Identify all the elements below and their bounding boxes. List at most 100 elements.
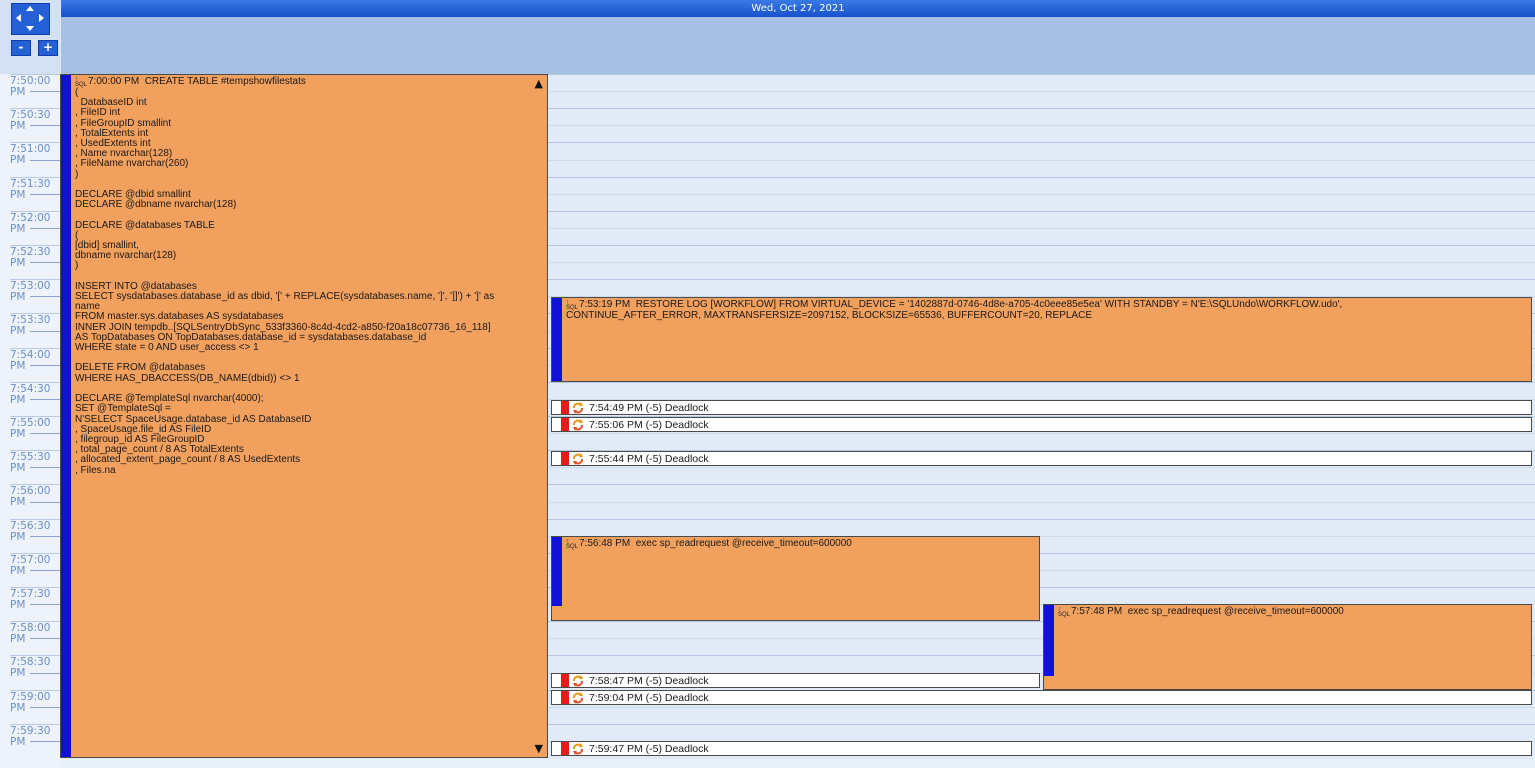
- time-slot-time: 7:54:00: [10, 348, 51, 361]
- deadlock-label: 7:59:47 PM (-5) Deadlock: [589, 743, 709, 755]
- event-deadlock[interactable]: 7:59:47 PM (-5) Deadlock: [551, 741, 1532, 756]
- event-create-table[interactable]: ↑ SQL7:00:00 PM CREATE TABLE #tempshowfil…: [60, 74, 548, 758]
- time-slot-label: 7:57:00 PM: [10, 554, 58, 577]
- arrow-right-icon[interactable]: [39, 14, 44, 22]
- time-half-tick: [30, 125, 61, 127]
- time-half-tick: [30, 535, 61, 537]
- event-text-wrap: ↑ SQL7:56:48 PM exec sp_readrequest @rece…: [566, 538, 1035, 550]
- time-slot-label: 7:55:30 PM: [10, 452, 58, 474]
- time-half-tick: [30, 604, 61, 606]
- nav-arrows-button[interactable]: [11, 3, 50, 35]
- time-slot-ampm: PM: [10, 393, 26, 406]
- deadlock-marker: [561, 742, 569, 755]
- deadlock-icon: [573, 402, 583, 414]
- deadlock-icon: [573, 692, 583, 704]
- deadlock-label: 7:58:47 PM (-5) Deadlock: [589, 675, 709, 687]
- time-slot-ampm: PM: [10, 257, 26, 269]
- deadlock-label: 7:55:44 PM (-5) Deadlock: [589, 453, 709, 465]
- time-slot-divider: [10, 484, 61, 486]
- grid-bottom-strip: [61, 759, 1535, 768]
- event-text-wrap: ↑ SQL7:53:19 PM RESTORE LOG [WORKFLOW] FR…: [566, 299, 1527, 321]
- time-slot-label: 7:52:00 PM: [10, 212, 58, 235]
- time-ruler: 7:50:00 PM 7:50:30 PM 7:51:00 PM 7:51:30 PM 7:52…: [0, 74, 62, 768]
- zoom-out-button[interactable]: -: [11, 40, 31, 56]
- deadlock-marker: [561, 401, 569, 414]
- time-slot-ampm: PM: [10, 530, 26, 543]
- event-deadlock[interactable]: 7:58:47 PM (-5) Deadlock: [551, 673, 1040, 688]
- deadlock-icon: [573, 453, 583, 465]
- event-readrequest-text: 7:56:48 PM exec sp_readrequest @receive_…: [579, 538, 852, 549]
- time-slot-divider: [10, 587, 61, 588]
- time-slot-ampm: PM: [10, 359, 26, 372]
- time-slot-divider: [10, 621, 61, 623]
- day-header-date: Wed, Oct 27, 2021: [751, 3, 845, 14]
- scroll-up-arrow-icon[interactable]: ▲: [535, 77, 543, 90]
- event-readrequest[interactable]: ↑ SQL7:57:48 PM exec sp_readrequest @rece…: [1043, 604, 1532, 690]
- time-slot-ampm: PM: [10, 735, 26, 748]
- time-half-tick: [30, 706, 61, 708]
- event-deadlock[interactable]: 7:55:06 PM (-5) Deadlock: [551, 417, 1532, 432]
- calendar-nav: - +: [0, 0, 60, 58]
- event-status-bar: [1044, 605, 1054, 676]
- time-slot-divider: [10, 347, 61, 349]
- time-slot-ampm: PM: [10, 86, 26, 98]
- arrow-left-icon[interactable]: [16, 14, 21, 22]
- time-slot-label: 7:58:00 PM: [10, 623, 58, 645]
- time-slot-ampm: PM: [10, 599, 26, 611]
- time-half-tick: [30, 467, 61, 469]
- deadlock-marker: [561, 418, 569, 431]
- time-slot-ampm: PM: [10, 120, 26, 133]
- time-slot-label: 7:56:30 PM: [10, 520, 58, 543]
- time-slot-label: 7:53:00 PM: [10, 281, 58, 303]
- arrow-down-icon[interactable]: [26, 26, 34, 31]
- time-slot-divider: [10, 723, 61, 725]
- all-day-area[interactable]: [61, 17, 1535, 75]
- time-slot-ampm: PM: [10, 291, 26, 304]
- event-restore-log[interactable]: ↑ SQL7:53:19 PM RESTORE LOG [WORKFLOW] FR…: [551, 297, 1532, 382]
- event-deadlock[interactable]: 7:55:44 PM (-5) Deadlock: [551, 451, 1532, 466]
- time-half-tick: [30, 227, 61, 229]
- time-slot-ampm: PM: [10, 428, 26, 440]
- time-slot-divider: [10, 689, 61, 691]
- event-status-bar: [61, 75, 71, 757]
- time-slot-time: 7:51:30: [10, 177, 51, 190]
- time-slot-label: 7:58:30 PM: [10, 657, 58, 679]
- day-header[interactable]: Wed, Oct 27, 2021: [61, 0, 1535, 17]
- time-slot-label: 7:57:30 PM: [10, 589, 58, 611]
- event-deadlock[interactable]: 7:54:49 PM (-5) Deadlock: [551, 400, 1532, 415]
- time-slot-divider: [10, 74, 61, 75]
- event-status-bar: [552, 298, 562, 381]
- arrow-up-icon[interactable]: [26, 6, 34, 11]
- time-half-tick: [30, 569, 61, 571]
- time-slot-ampm: PM: [10, 701, 26, 714]
- time-half-tick: [30, 330, 61, 332]
- time-slot-divider: [10, 655, 61, 657]
- event-deadlock[interactable]: 7:59:04 PM (-5) Deadlock: [551, 690, 1532, 705]
- event-restore-log-text: 7:53:19 PM RESTORE LOG [WORKFLOW] FROM V…: [566, 299, 1343, 321]
- time-slot-divider: [10, 279, 61, 281]
- time-slot-label: 7:52:30 PM: [10, 247, 58, 269]
- deadlock-label: 7:55:06 PM (-5) Deadlock: [589, 419, 709, 431]
- time-slot-divider: [10, 108, 61, 110]
- time-half-tick: [30, 501, 61, 503]
- time-slot-label: 7:55:00 PM: [10, 418, 58, 440]
- time-slot-label: 7:51:00 PM: [10, 144, 58, 166]
- deadlock-label: 7:59:04 PM (-5) Deadlock: [589, 692, 709, 704]
- time-half-tick: [30, 638, 61, 640]
- event-text-wrap: ↑ SQL7:00:00 PM CREATE TABLE #tempshowfil…: [75, 76, 543, 476]
- deadlock-marker: [561, 691, 569, 704]
- time-slot-label: 7:53:30 PM: [10, 315, 58, 337]
- time-slot-ampm: PM: [10, 462, 26, 475]
- zoom-in-button[interactable]: +: [38, 40, 58, 56]
- event-text-wrap: ↑ SQL7:57:48 PM exec sp_readrequest @rece…: [1058, 606, 1527, 618]
- time-half-tick: [30, 262, 61, 264]
- time-slot-divider: [10, 416, 61, 417]
- sql-icon: ↑ SQL: [566, 538, 579, 550]
- time-slot-ampm: PM: [10, 188, 26, 201]
- event-readrequest[interactable]: ↑ SQL7:56:48 PM exec sp_readrequest @rece…: [551, 536, 1040, 621]
- time-slot-ampm: PM: [10, 496, 26, 509]
- event-create-table-text: 7:00:00 PM CREATE TABLE #tempshowfilesta…: [75, 76, 495, 476]
- deadlock-label: 7:54:49 PM (-5) Deadlock: [589, 402, 709, 414]
- scroll-down-arrow-icon[interactable]: ▼: [535, 742, 543, 755]
- time-half-tick: [30, 296, 61, 298]
